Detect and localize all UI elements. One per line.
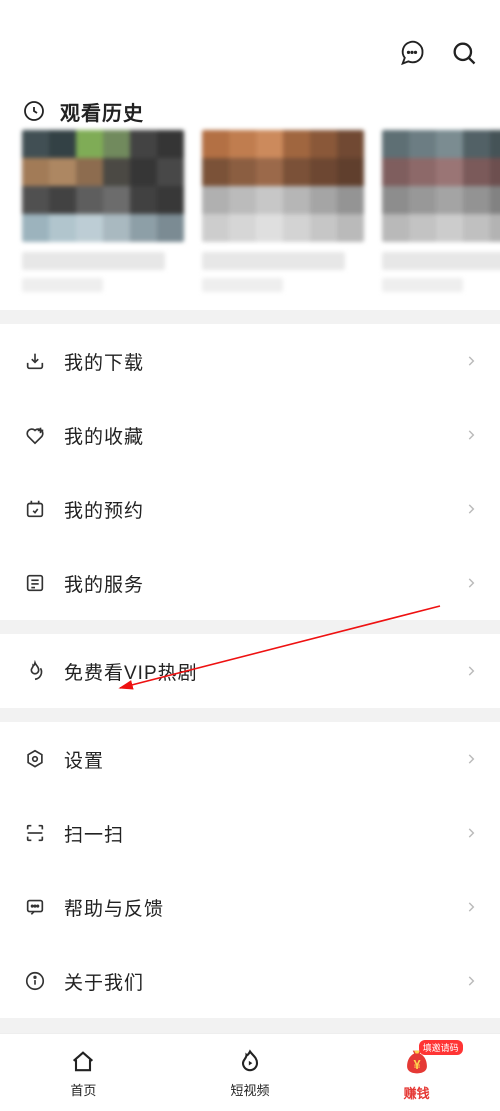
clock-icon bbox=[22, 99, 46, 123]
chat-bubble-icon[interactable] bbox=[398, 39, 426, 67]
history-card[interactable] bbox=[382, 130, 500, 292]
menu-item-label: 关于我们 bbox=[64, 968, 464, 995]
chevron-right-icon bbox=[464, 664, 478, 678]
nav-short-video[interactable]: 短视频 bbox=[167, 1034, 334, 1111]
flame-play-icon bbox=[235, 1047, 265, 1077]
svg-text:¥: ¥ bbox=[413, 1057, 421, 1072]
menu-item-label: 我的下载 bbox=[64, 348, 464, 375]
calendar-icon bbox=[22, 496, 48, 522]
chevron-right-icon bbox=[464, 826, 478, 840]
home-icon bbox=[68, 1047, 98, 1077]
info-icon bbox=[22, 968, 48, 994]
history-card[interactable] bbox=[22, 130, 184, 292]
menu-item-label: 我的预约 bbox=[64, 496, 464, 523]
menu-item-label: 我的服务 bbox=[64, 570, 464, 597]
menu-item-scan[interactable]: 扫一扫 bbox=[0, 796, 500, 870]
menu-item-about[interactable]: 关于我们 bbox=[0, 944, 500, 1018]
menu-item-label: 免费看VIP热剧 bbox=[64, 658, 464, 685]
chevron-right-icon bbox=[464, 974, 478, 988]
nav-label: 短视频 bbox=[231, 1080, 270, 1099]
menu-item-free-vip[interactable]: 免费看VIP热剧 bbox=[0, 634, 500, 708]
nav-home[interactable]: 首页 bbox=[0, 1034, 167, 1111]
download-icon bbox=[22, 348, 48, 374]
scan-icon bbox=[22, 820, 48, 846]
nav-label: 赚钱 bbox=[404, 1083, 430, 1102]
menu-item-downloads[interactable]: 我的下载 bbox=[0, 324, 500, 398]
hex-gear-icon bbox=[22, 746, 48, 772]
menu-item-appointment[interactable]: 我的预约 bbox=[0, 472, 500, 546]
flame-icon bbox=[22, 658, 48, 684]
menu-item-label: 我的收藏 bbox=[64, 422, 464, 449]
menu-item-services[interactable]: 我的服务 bbox=[0, 546, 500, 620]
chevron-right-icon bbox=[464, 502, 478, 516]
menu-item-label: 扫一扫 bbox=[64, 820, 464, 847]
feedback-icon bbox=[22, 894, 48, 920]
chevron-right-icon bbox=[464, 752, 478, 766]
menu-item-settings[interactable]: 设置 bbox=[0, 722, 500, 796]
history-card[interactable] bbox=[202, 130, 364, 292]
search-icon[interactable] bbox=[450, 39, 478, 67]
chevron-right-icon bbox=[464, 428, 478, 442]
menu-item-label: 帮助与反馈 bbox=[64, 894, 464, 921]
heart-plus-icon bbox=[22, 422, 48, 448]
menu-item-favorites[interactable]: 我的收藏 bbox=[0, 398, 500, 472]
chevron-right-icon bbox=[464, 900, 478, 914]
history-thumbnails[interactable] bbox=[22, 130, 500, 292]
nav-badge: 填邀请码 bbox=[419, 1040, 463, 1055]
chevron-right-icon bbox=[464, 576, 478, 590]
nav-earn-money[interactable]: 填邀请码 ¥ 赚钱 bbox=[333, 1034, 500, 1111]
chevron-right-icon bbox=[464, 354, 478, 368]
list-box-icon bbox=[22, 570, 48, 596]
menu-item-label: 设置 bbox=[64, 746, 464, 773]
menu-item-help[interactable]: 帮助与反馈 bbox=[0, 870, 500, 944]
history-section-title: 观看历史 bbox=[60, 98, 144, 124]
nav-label: 首页 bbox=[70, 1080, 96, 1099]
